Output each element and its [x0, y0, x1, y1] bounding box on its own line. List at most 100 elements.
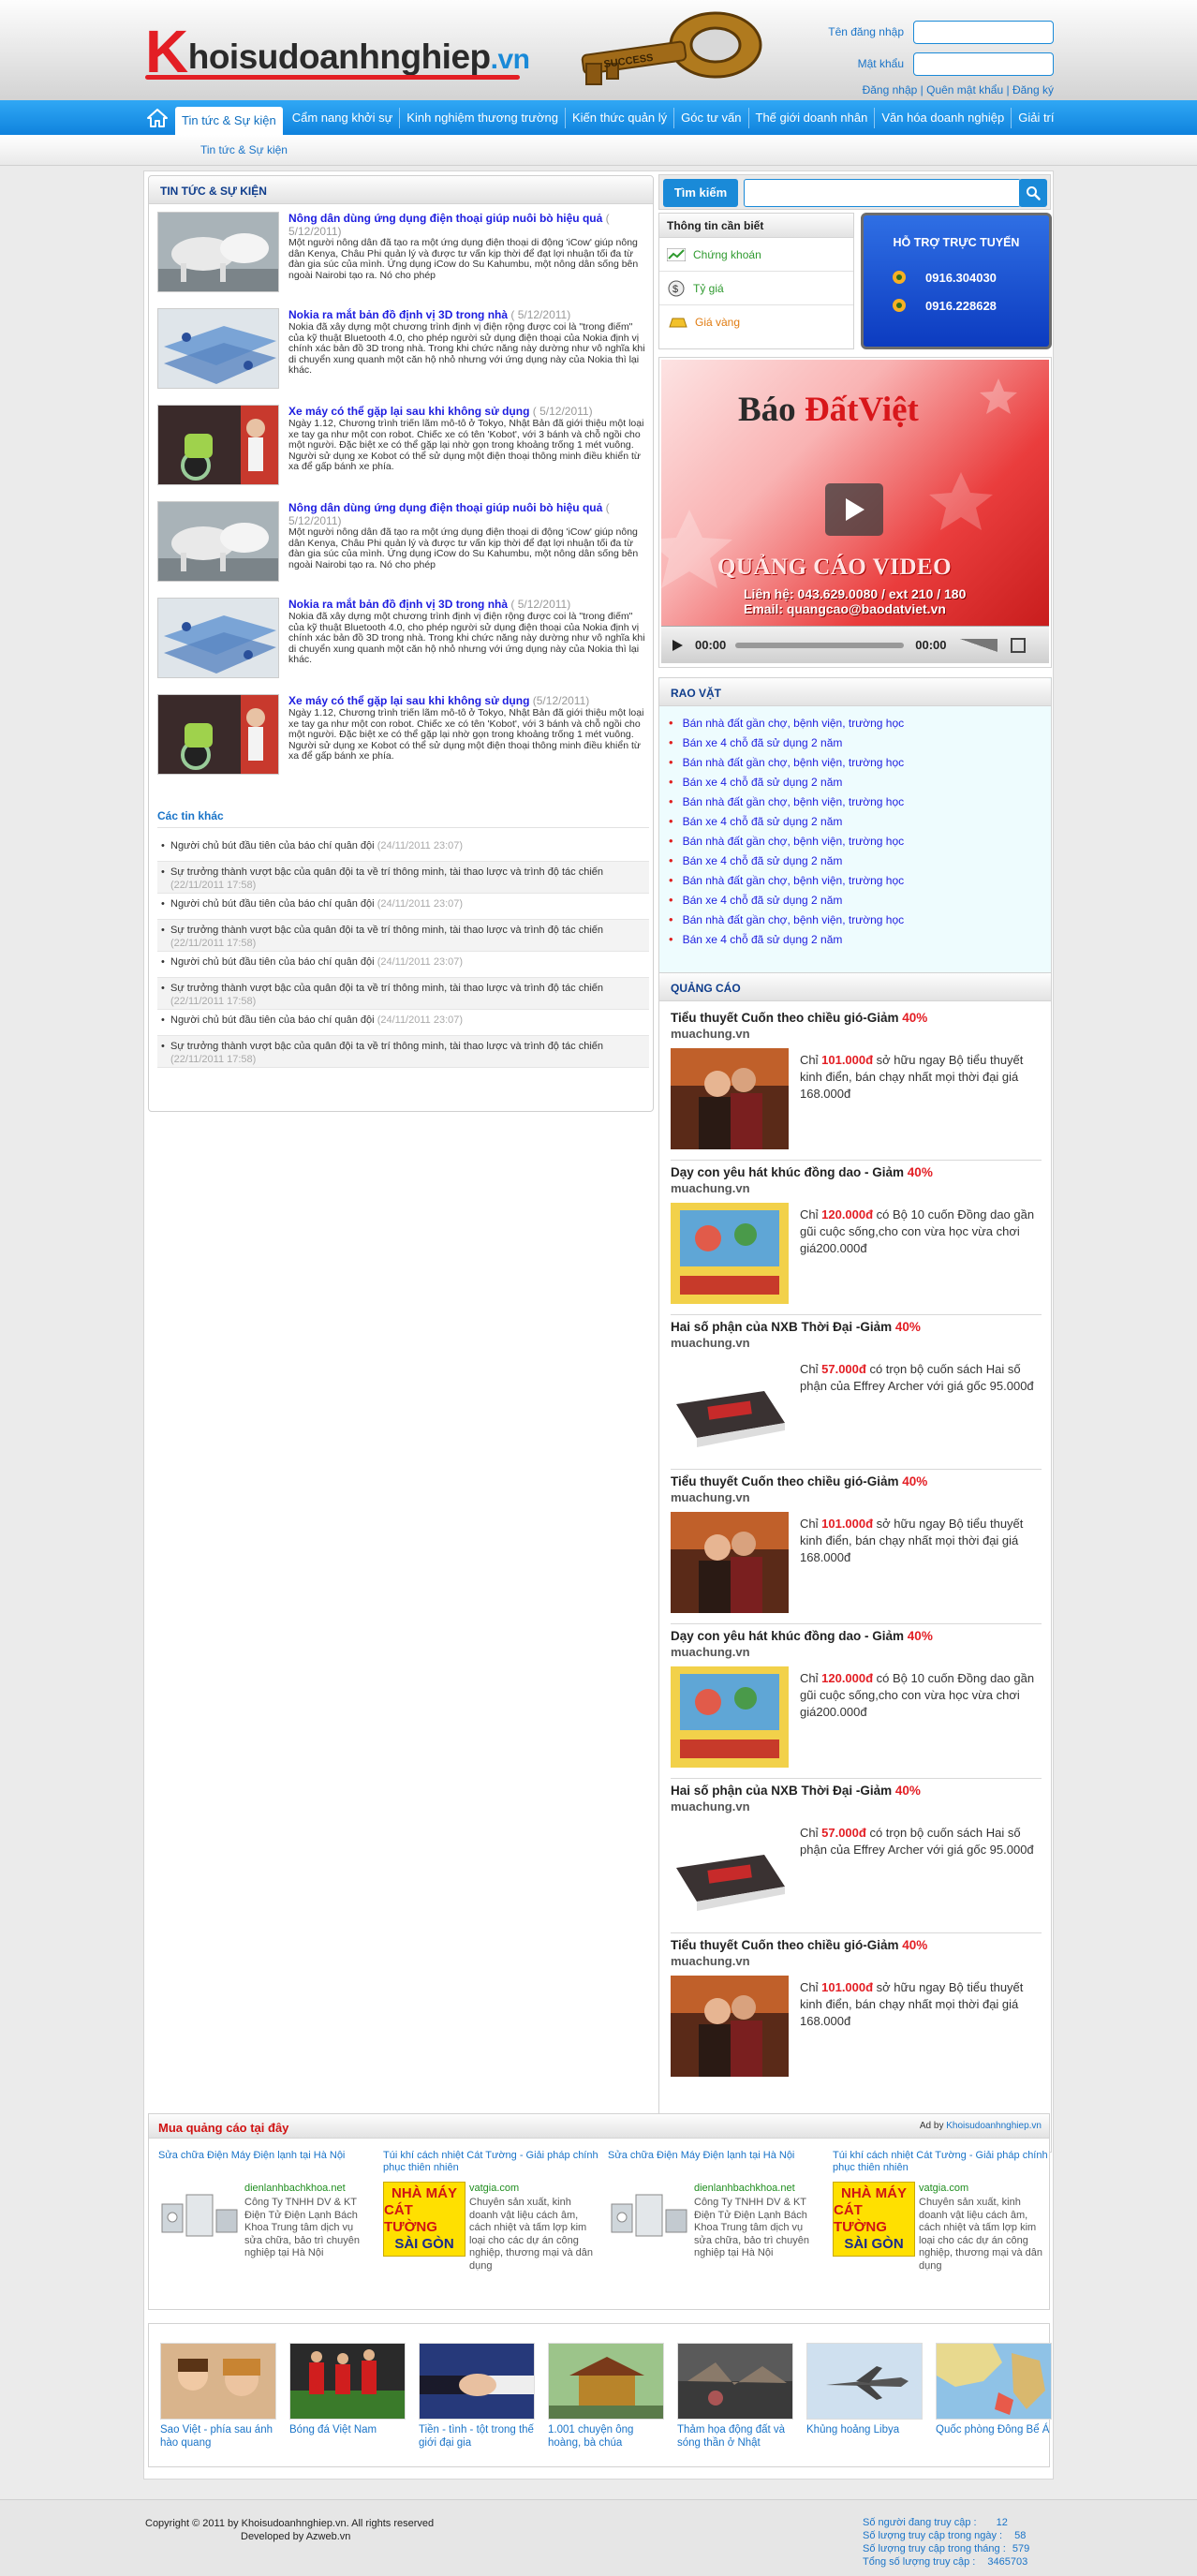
promotion-title[interactable]: Dạy con yêu hát khúc đồng dao - Giảm 40%: [671, 1165, 1045, 1179]
video-seek-bar[interactable]: [735, 642, 905, 648]
promotion-item[interactable]: Tiểu thuyết Cuốn theo chiều gió-Giảm 40%…: [671, 1474, 1042, 1624]
gallery-caption[interactable]: Bóng đá Việt Nam: [289, 2424, 407, 2437]
nav-item-van-hoa[interactable]: Văn hóa doanh nghiệp: [875, 107, 1012, 128]
gallery-image[interactable]: [936, 2343, 1052, 2420]
other-news-item[interactable]: • Sự trưởng thành vượt bậc của quân đội t…: [157, 920, 649, 952]
nav-item-giai-tri[interactable]: Giải trí: [1012, 108, 1060, 128]
search-input[interactable]: [744, 179, 1021, 207]
classified-item[interactable]: • Bán nhà đất gần chợ, bệnh viện, trường …: [669, 912, 904, 926]
promotion-item[interactable]: Dạy con yêu hát khúc đồng dao - Giảm 40%…: [671, 1629, 1042, 1779]
nav-item-cam-nang[interactable]: Cẩm nang khởi sự: [286, 107, 401, 128]
classified-item[interactable]: • Bán nhà đất gần chợ, bệnh viện, trường …: [669, 716, 904, 730]
promotion-image[interactable]: [671, 1048, 789, 1149]
promotion-title[interactable]: Tiểu thuyết Cuốn theo chiều gió-Giảm 40%: [671, 1011, 1045, 1025]
video-player[interactable]: Báo ĐấtViệt QUẢNG CÁO VIDEO Liên hệ: 043…: [661, 360, 1049, 626]
ad-image[interactable]: NHÀ MÁY CÁT TƯỜNG SÀI GÒN: [383, 2182, 466, 2257]
ad-headline[interactable]: Sửa chữa Điện Máy Điện lạnh tại Hà Nội: [158, 2150, 374, 2162]
article-title[interactable]: Xe máy có thể gặp lại sau khi không sử d…: [288, 405, 650, 418]
classified-item[interactable]: • Bán nhà đất gần chợ, bệnh viện, trường …: [669, 794, 904, 808]
promotion-item[interactable]: Hai số phận của NXB Thời Đại -Giảm 40% mu…: [671, 1320, 1042, 1470]
article-thumbnail[interactable]: [157, 405, 279, 485]
support-phone-2[interactable]: 0916.228628: [892, 298, 997, 313]
volume-icon[interactable]: [959, 638, 998, 652]
ad-headline[interactable]: Túi khí cách nhiệt Cát Tường - Giải pháp…: [383, 2150, 598, 2174]
password-input[interactable]: [913, 52, 1054, 76]
subnav-link-tin-tuc[interactable]: Tin tức & Sự kiện: [200, 143, 288, 156]
ad-domain[interactable]: vatgia.com: [919, 2183, 968, 2194]
ad-unit[interactable]: Sửa chữa Điện Máy Điện lạnh tại Hà Nội di…: [608, 2150, 823, 2309]
ad-domain[interactable]: dienlanhbachkhoa.net: [244, 2183, 346, 2194]
promotion-image[interactable]: [671, 1357, 789, 1458]
nav-item-the-gioi-doanh-nhan[interactable]: Thế giới doanh nhân: [749, 107, 876, 128]
classified-item[interactable]: • Bán xe 4 chỗ đã sử dụng 2 năm: [669, 932, 842, 946]
promotion-item[interactable]: Dạy con yêu hát khúc đồng dao - Giảm 40%…: [671, 1165, 1042, 1315]
article-title[interactable]: Nokia ra mắt bản đồ định vị 3D trong nhà…: [288, 308, 650, 321]
nav-item-kinh-nghiem[interactable]: Kinh nghiệm thương trường: [400, 107, 566, 128]
promotion-item[interactable]: Hai số phận của NXB Thời Đại -Giảm 40% mu…: [671, 1784, 1042, 1933]
gallery-caption[interactable]: Thảm họa động đất và sóng thần ở Nhật: [677, 2424, 795, 2450]
other-news-item[interactable]: • Sự trưởng thành vượt bậc của quân đội t…: [157, 1036, 649, 1068]
play-icon[interactable]: [671, 639, 684, 652]
play-icon[interactable]: [825, 483, 883, 536]
gallery-image[interactable]: [677, 2343, 793, 2420]
promotion-image[interactable]: [671, 1666, 789, 1768]
site-logo[interactable]: Khoisudoanhnghiep.vn: [145, 9, 539, 86]
article-thumbnail[interactable]: [157, 501, 279, 582]
gallery-item[interactable]: Sao Việt - phía sau ánh hào quang: [160, 2343, 278, 2461]
ad-unit[interactable]: Sửa chữa Điện Máy Điện lạnh tại Hà Nội di…: [158, 2150, 374, 2309]
classified-item[interactable]: • Bán xe 4 chỗ đã sử dụng 2 năm: [669, 814, 842, 828]
promotion-title[interactable]: Dạy con yêu hát khúc đồng dao - Giảm 40%: [671, 1629, 1045, 1643]
gallery-item[interactable]: Bóng đá Việt Nam: [289, 2343, 407, 2461]
ad-headline[interactable]: Sửa chữa Điện Máy Điện lạnh tại Hà Nội: [608, 2150, 823, 2162]
gallery-item[interactable]: Thảm họa động đất và sóng thần ở Nhật: [677, 2343, 795, 2461]
promotion-image[interactable]: [671, 1976, 789, 2077]
ad-image[interactable]: NHÀ MÁY CÁT TƯỜNG SÀI GÒN: [833, 2182, 915, 2257]
ads-by-link[interactable]: Khoisudoanhnghiep.vn: [946, 2121, 1042, 2131]
promotion-title[interactable]: Hai số phận của NXB Thời Đại -Giảm 40%: [671, 1784, 1045, 1798]
gallery-item[interactable]: Quốc phòng Đông Bể Á: [936, 2343, 1054, 2461]
promotion-image[interactable]: [671, 1203, 789, 1304]
promotion-title[interactable]: Hai số phận của NXB Thời Đại -Giảm 40%: [671, 1320, 1045, 1334]
gallery-caption[interactable]: Sao Việt - phía sau ánh hào quang: [160, 2424, 278, 2450]
ad-headline[interactable]: Túi khí cách nhiệt Cát Tường - Giải pháp…: [833, 2150, 1048, 2174]
search-button[interactable]: [1019, 179, 1047, 207]
promotion-item[interactable]: Tiểu thuyết Cuốn theo chiều gió-Giảm 40%…: [671, 1011, 1042, 1161]
ad-unit[interactable]: Túi khí cách nhiệt Cát Tường - Giải pháp…: [383, 2150, 598, 2309]
promotion-image[interactable]: [671, 1512, 789, 1613]
gallery-image[interactable]: [548, 2343, 664, 2420]
home-icon[interactable]: [145, 107, 170, 129]
article-thumbnail[interactable]: [157, 308, 279, 389]
classified-item[interactable]: • Bán nhà đất gần chợ, bệnh viện, trường …: [669, 834, 904, 848]
gallery-image[interactable]: [160, 2343, 276, 2420]
classified-item[interactable]: • Bán nhà đất gần chợ, bệnh viện, trường …: [669, 755, 904, 769]
ads-title[interactable]: Mua quảng cáo tại đây: [158, 2121, 288, 2135]
other-news-item[interactable]: • Người chủ bút đầu tiên của báo chí quân…: [157, 952, 649, 978]
gallery-caption[interactable]: Quốc phòng Đông Bể Á: [936, 2424, 1054, 2437]
ad-domain[interactable]: dienlanhbachkhoa.net: [694, 2183, 795, 2194]
gallery-item[interactable]: Tiền - tình - tột trong thế giới đại gia: [419, 2343, 537, 2461]
gallery-caption[interactable]: Tiền - tình - tột trong thế giới đại gia: [419, 2424, 537, 2450]
info-item-stocks[interactable]: Chứng khoán: [659, 238, 853, 272]
support-phone-1[interactable]: 0916.304030: [892, 270, 997, 285]
username-input[interactable]: [913, 21, 1054, 44]
gallery-caption[interactable]: Khủng hoảng Libya: [806, 2424, 924, 2437]
article-title[interactable]: Nokia ra mắt bản đồ định vị 3D trong nhà…: [288, 598, 650, 611]
fullscreen-icon[interactable]: [1010, 637, 1026, 653]
gallery-item[interactable]: Khủng hoảng Libya: [806, 2343, 924, 2461]
ad-image[interactable]: [608, 2182, 690, 2257]
classified-item[interactable]: • Bán xe 4 chỗ đã sử dụng 2 năm: [669, 775, 842, 789]
login-link[interactable]: Đăng nhập: [863, 83, 918, 96]
nav-item-goc-tu-van[interactable]: Góc tư vấn: [674, 107, 749, 128]
forgot-password-link[interactable]: Quên mật khẩu: [926, 83, 1003, 96]
classified-item[interactable]: • Bán xe 4 chỗ đã sử dụng 2 năm: [669, 893, 842, 907]
gallery-image[interactable]: [806, 2343, 923, 2420]
other-news-item[interactable]: • Người chủ bút đầu tiên của báo chí quân…: [157, 894, 649, 920]
nav-item-tin-tuc[interactable]: Tin tức & Sự kiện: [175, 107, 283, 135]
promotion-item[interactable]: Tiểu thuyết Cuốn theo chiều gió-Giảm 40%…: [671, 1938, 1042, 2088]
ad-domain[interactable]: vatgia.com: [469, 2183, 519, 2194]
classified-item[interactable]: • Bán nhà đất gần chợ, bệnh viện, trường …: [669, 873, 904, 887]
promotion-image[interactable]: [671, 1821, 789, 1922]
other-news-item[interactable]: • Sự trưởng thành vượt bậc của quân đội t…: [157, 978, 649, 1010]
promotion-title[interactable]: Tiểu thuyết Cuốn theo chiều gió-Giảm 40%: [671, 1938, 1045, 1952]
nav-item-kien-thuc[interactable]: Kiến thức quản lý: [566, 107, 675, 128]
